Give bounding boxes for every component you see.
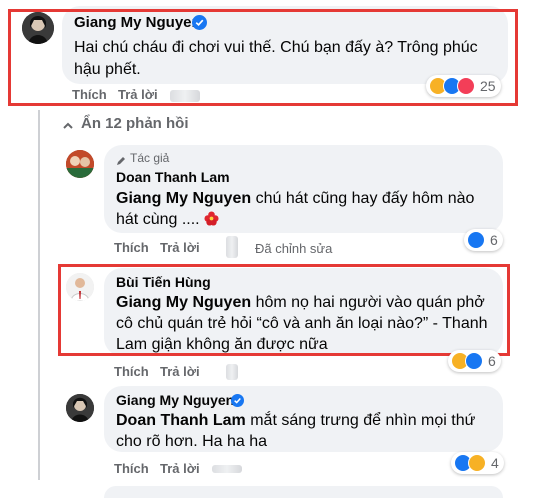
reply-text-line: Giang My Nguyen chú hát cũng hay đấy hôm… bbox=[116, 190, 475, 207]
like-button[interactable]: Thích bbox=[114, 240, 149, 255]
arrow-up-icon bbox=[62, 119, 74, 137]
reply-button[interactable]: Trả lời bbox=[160, 240, 200, 255]
like-button[interactable]: Thích bbox=[114, 364, 149, 379]
reply-button[interactable]: Trả lời bbox=[160, 364, 200, 379]
reply-author[interactable]: Doan Thanh Lam bbox=[116, 169, 230, 185]
haha-icon bbox=[468, 454, 486, 472]
avatar-doan-thanh-lam[interactable] bbox=[66, 150, 94, 178]
avatar-giang-my-nguyen[interactable] bbox=[66, 394, 94, 422]
reaction-count: 4 bbox=[491, 455, 499, 471]
hide-replies-link[interactable]: Ẩn 12 phản hồi bbox=[81, 115, 189, 132]
blurred-timestamp bbox=[226, 236, 238, 258]
reaction-count: 6 bbox=[488, 353, 496, 369]
reply-bubble bbox=[104, 486, 503, 498]
reaction-summary[interactable]: 6 bbox=[464, 229, 503, 251]
reply-text-line: hát cùng .... bbox=[116, 208, 219, 233]
like-icon bbox=[467, 231, 485, 249]
like-icon bbox=[465, 352, 483, 370]
reply-text-line: Doan Thanh Lam mắt sáng trưng để nhìn mọ… bbox=[116, 412, 476, 429]
reaction-summary[interactable]: 4 bbox=[451, 452, 504, 474]
highlight-box bbox=[58, 264, 510, 356]
reply-button[interactable]: Trả lời bbox=[160, 461, 200, 476]
reply-text-line: cho rõ hơn. Ha ha ha bbox=[116, 433, 268, 450]
blurred-timestamp bbox=[212, 465, 242, 473]
hibiscus-icon bbox=[204, 210, 219, 233]
reaction-summary[interactable]: 6 bbox=[448, 350, 501, 372]
blurred-timestamp bbox=[226, 364, 238, 380]
mention-link[interactable]: Doan Thanh Lam bbox=[116, 412, 246, 429]
edited-label: Đã chỉnh sửa bbox=[255, 241, 333, 256]
thread-line bbox=[38, 110, 40, 480]
highlight-box bbox=[8, 9, 518, 106]
reaction-count: 6 bbox=[490, 232, 498, 248]
author-badge: Tác giả bbox=[130, 151, 170, 165]
mention-link[interactable]: Giang My Nguyen bbox=[116, 190, 251, 207]
reply-author[interactable]: Giang My Nguyen bbox=[116, 392, 234, 408]
like-button[interactable]: Thích bbox=[114, 461, 149, 476]
